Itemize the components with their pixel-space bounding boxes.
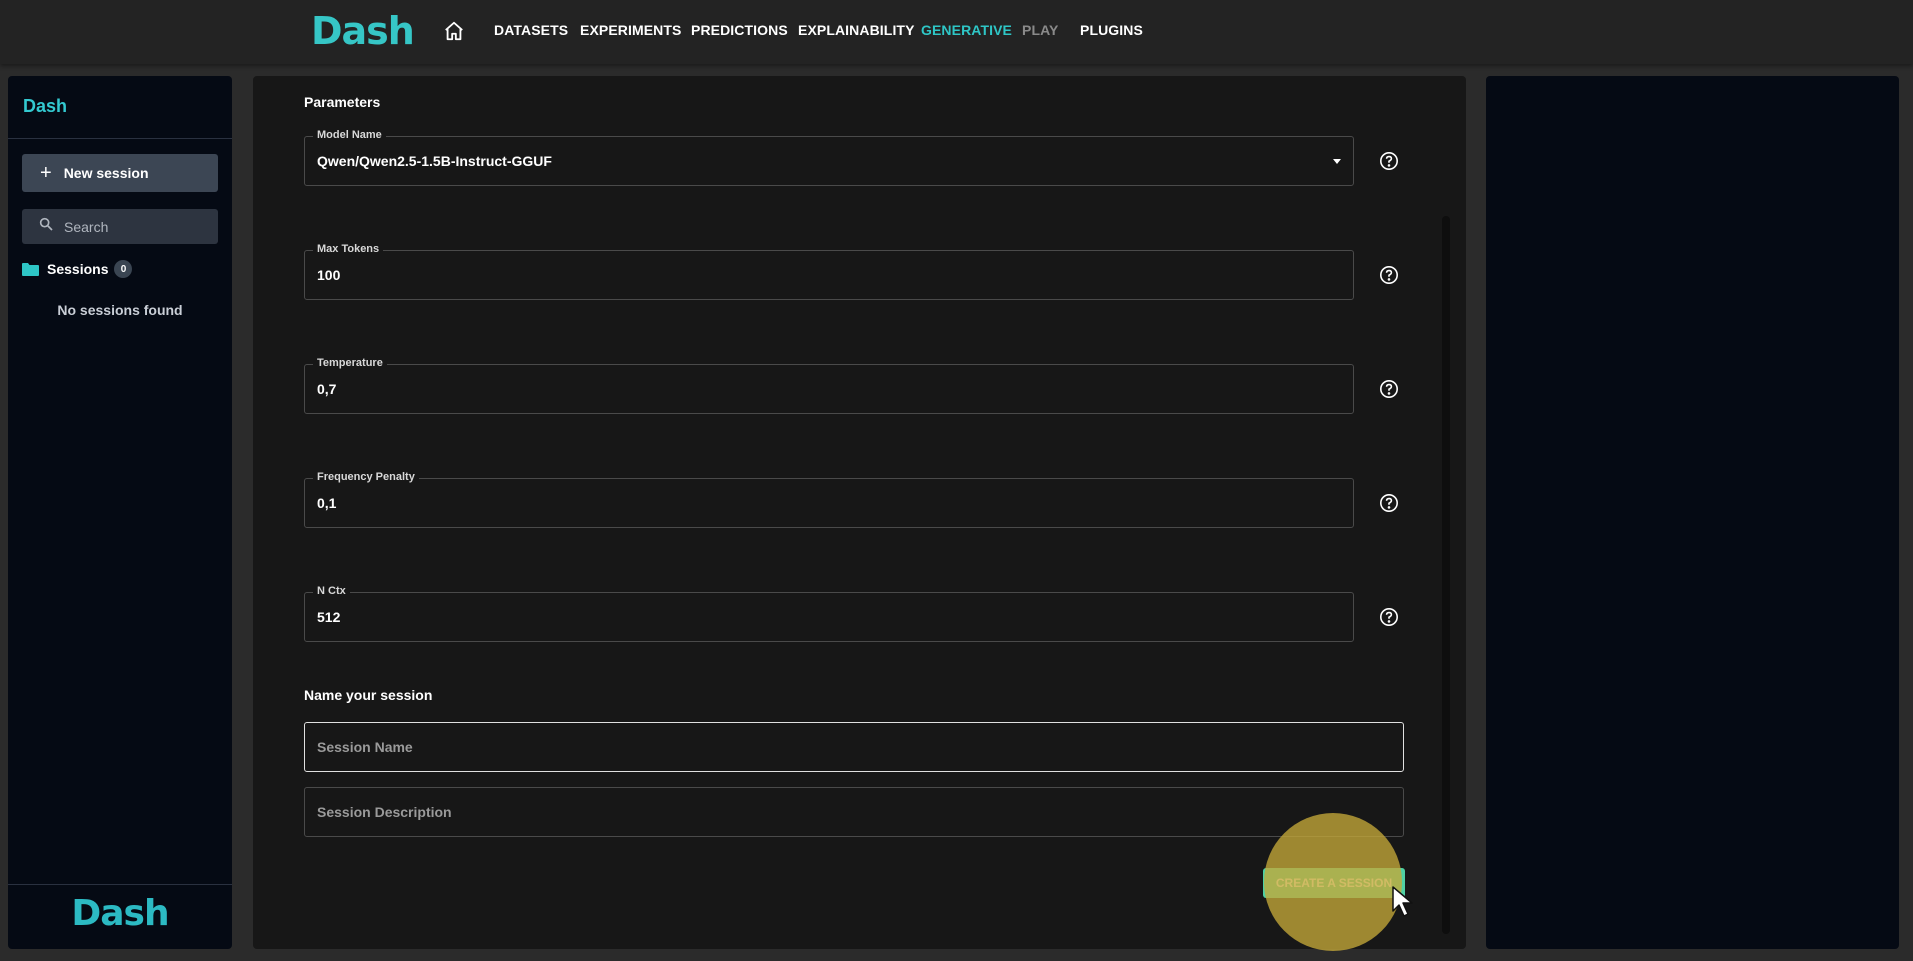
nav-plugins[interactable]: PLUGINS: [1080, 22, 1143, 38]
search-box[interactable]: [22, 209, 218, 244]
parameters-title: Parameters: [304, 94, 381, 110]
temperature-value: 0,7: [317, 381, 337, 397]
n-ctx-field[interactable]: N Ctx 512: [304, 585, 1354, 642]
model-name-value: Qwen/Qwen2.5-1.5B-Instruct-GGUF: [317, 153, 552, 169]
nav-play: PLAY: [1022, 22, 1059, 38]
sessions-sidebar: Dash + New session Sessions 0 No session…: [8, 76, 232, 949]
nav-experiments[interactable]: EXPERIMENTS: [580, 22, 681, 38]
help-icon[interactable]: [1379, 379, 1399, 399]
new-session-button[interactable]: + New session: [22, 154, 218, 192]
frequency-penalty-field[interactable]: Frequency Penalty 0,1: [304, 471, 1354, 528]
frequency-penalty-value: 0,1: [317, 495, 337, 511]
nav-predictions[interactable]: PREDICTIONS: [691, 22, 788, 38]
help-icon[interactable]: [1379, 493, 1399, 513]
nav-generative[interactable]: GENERATIVE: [921, 22, 1012, 38]
main-panel: Parameters Model Name Qwen/Qwen2.5-1.5B-…: [253, 76, 1466, 949]
temperature-field[interactable]: Temperature 0,7: [304, 357, 1354, 414]
session-name-input[interactable]: [304, 722, 1404, 772]
help-icon[interactable]: [1379, 265, 1399, 285]
help-icon[interactable]: [1379, 607, 1399, 627]
sidebar-divider: [8, 138, 232, 139]
home-icon[interactable]: [443, 20, 465, 42]
search-input[interactable]: [64, 218, 204, 235]
chat-panel: [1486, 76, 1899, 949]
sidebar-footer-divider: [8, 884, 232, 885]
sessions-label: Sessions: [47, 261, 109, 277]
mouse-cursor-icon: [1391, 885, 1421, 921]
sessions-header[interactable]: Sessions 0: [22, 260, 133, 278]
n-ctx-value: 512: [317, 609, 341, 625]
sidebar-title: Dash: [23, 96, 68, 116]
nav-explainability[interactable]: EXPLAINABILITY: [798, 22, 915, 38]
sidebar-footer-logo: Dash: [71, 893, 169, 934]
session-description-input[interactable]: [304, 787, 1404, 837]
new-session-label: New session: [63, 165, 149, 181]
folder-icon: [22, 262, 39, 276]
main-scrollbar[interactable]: [1442, 216, 1450, 934]
max-tokens-field[interactable]: Max Tokens 100: [304, 243, 1354, 300]
model-name-label: Model Name: [313, 129, 386, 141]
app-logo[interactable]: Dash: [311, 8, 415, 54]
create-session-button[interactable]: CREATE A SESSION: [1263, 868, 1405, 898]
frequency-penalty-label: Frequency Penalty: [313, 471, 419, 483]
name-session-title: Name your session: [304, 687, 433, 703]
top-nav-bar: Dash DATASETS EXPERIMENTS PREDICTIONS EX…: [0, 0, 1913, 64]
sessions-count-badge: 0: [114, 260, 133, 278]
max-tokens-label: Max Tokens: [313, 243, 384, 255]
dropdown-arrow-icon: [1333, 159, 1341, 164]
plus-icon: +: [40, 162, 52, 184]
logo-text: Dash: [311, 9, 415, 53]
help-icon[interactable]: [1379, 151, 1399, 171]
model-name-select[interactable]: Model Name Qwen/Qwen2.5-1.5B-Instruct-GG…: [304, 129, 1354, 186]
n-ctx-label: N Ctx: [313, 585, 350, 597]
nav-datasets[interactable]: DATASETS: [494, 22, 568, 38]
empty-sessions-text: No sessions found: [57, 302, 183, 318]
search-icon: [38, 216, 54, 237]
temperature-label: Temperature: [313, 357, 387, 369]
max-tokens-value: 100: [317, 267, 341, 283]
